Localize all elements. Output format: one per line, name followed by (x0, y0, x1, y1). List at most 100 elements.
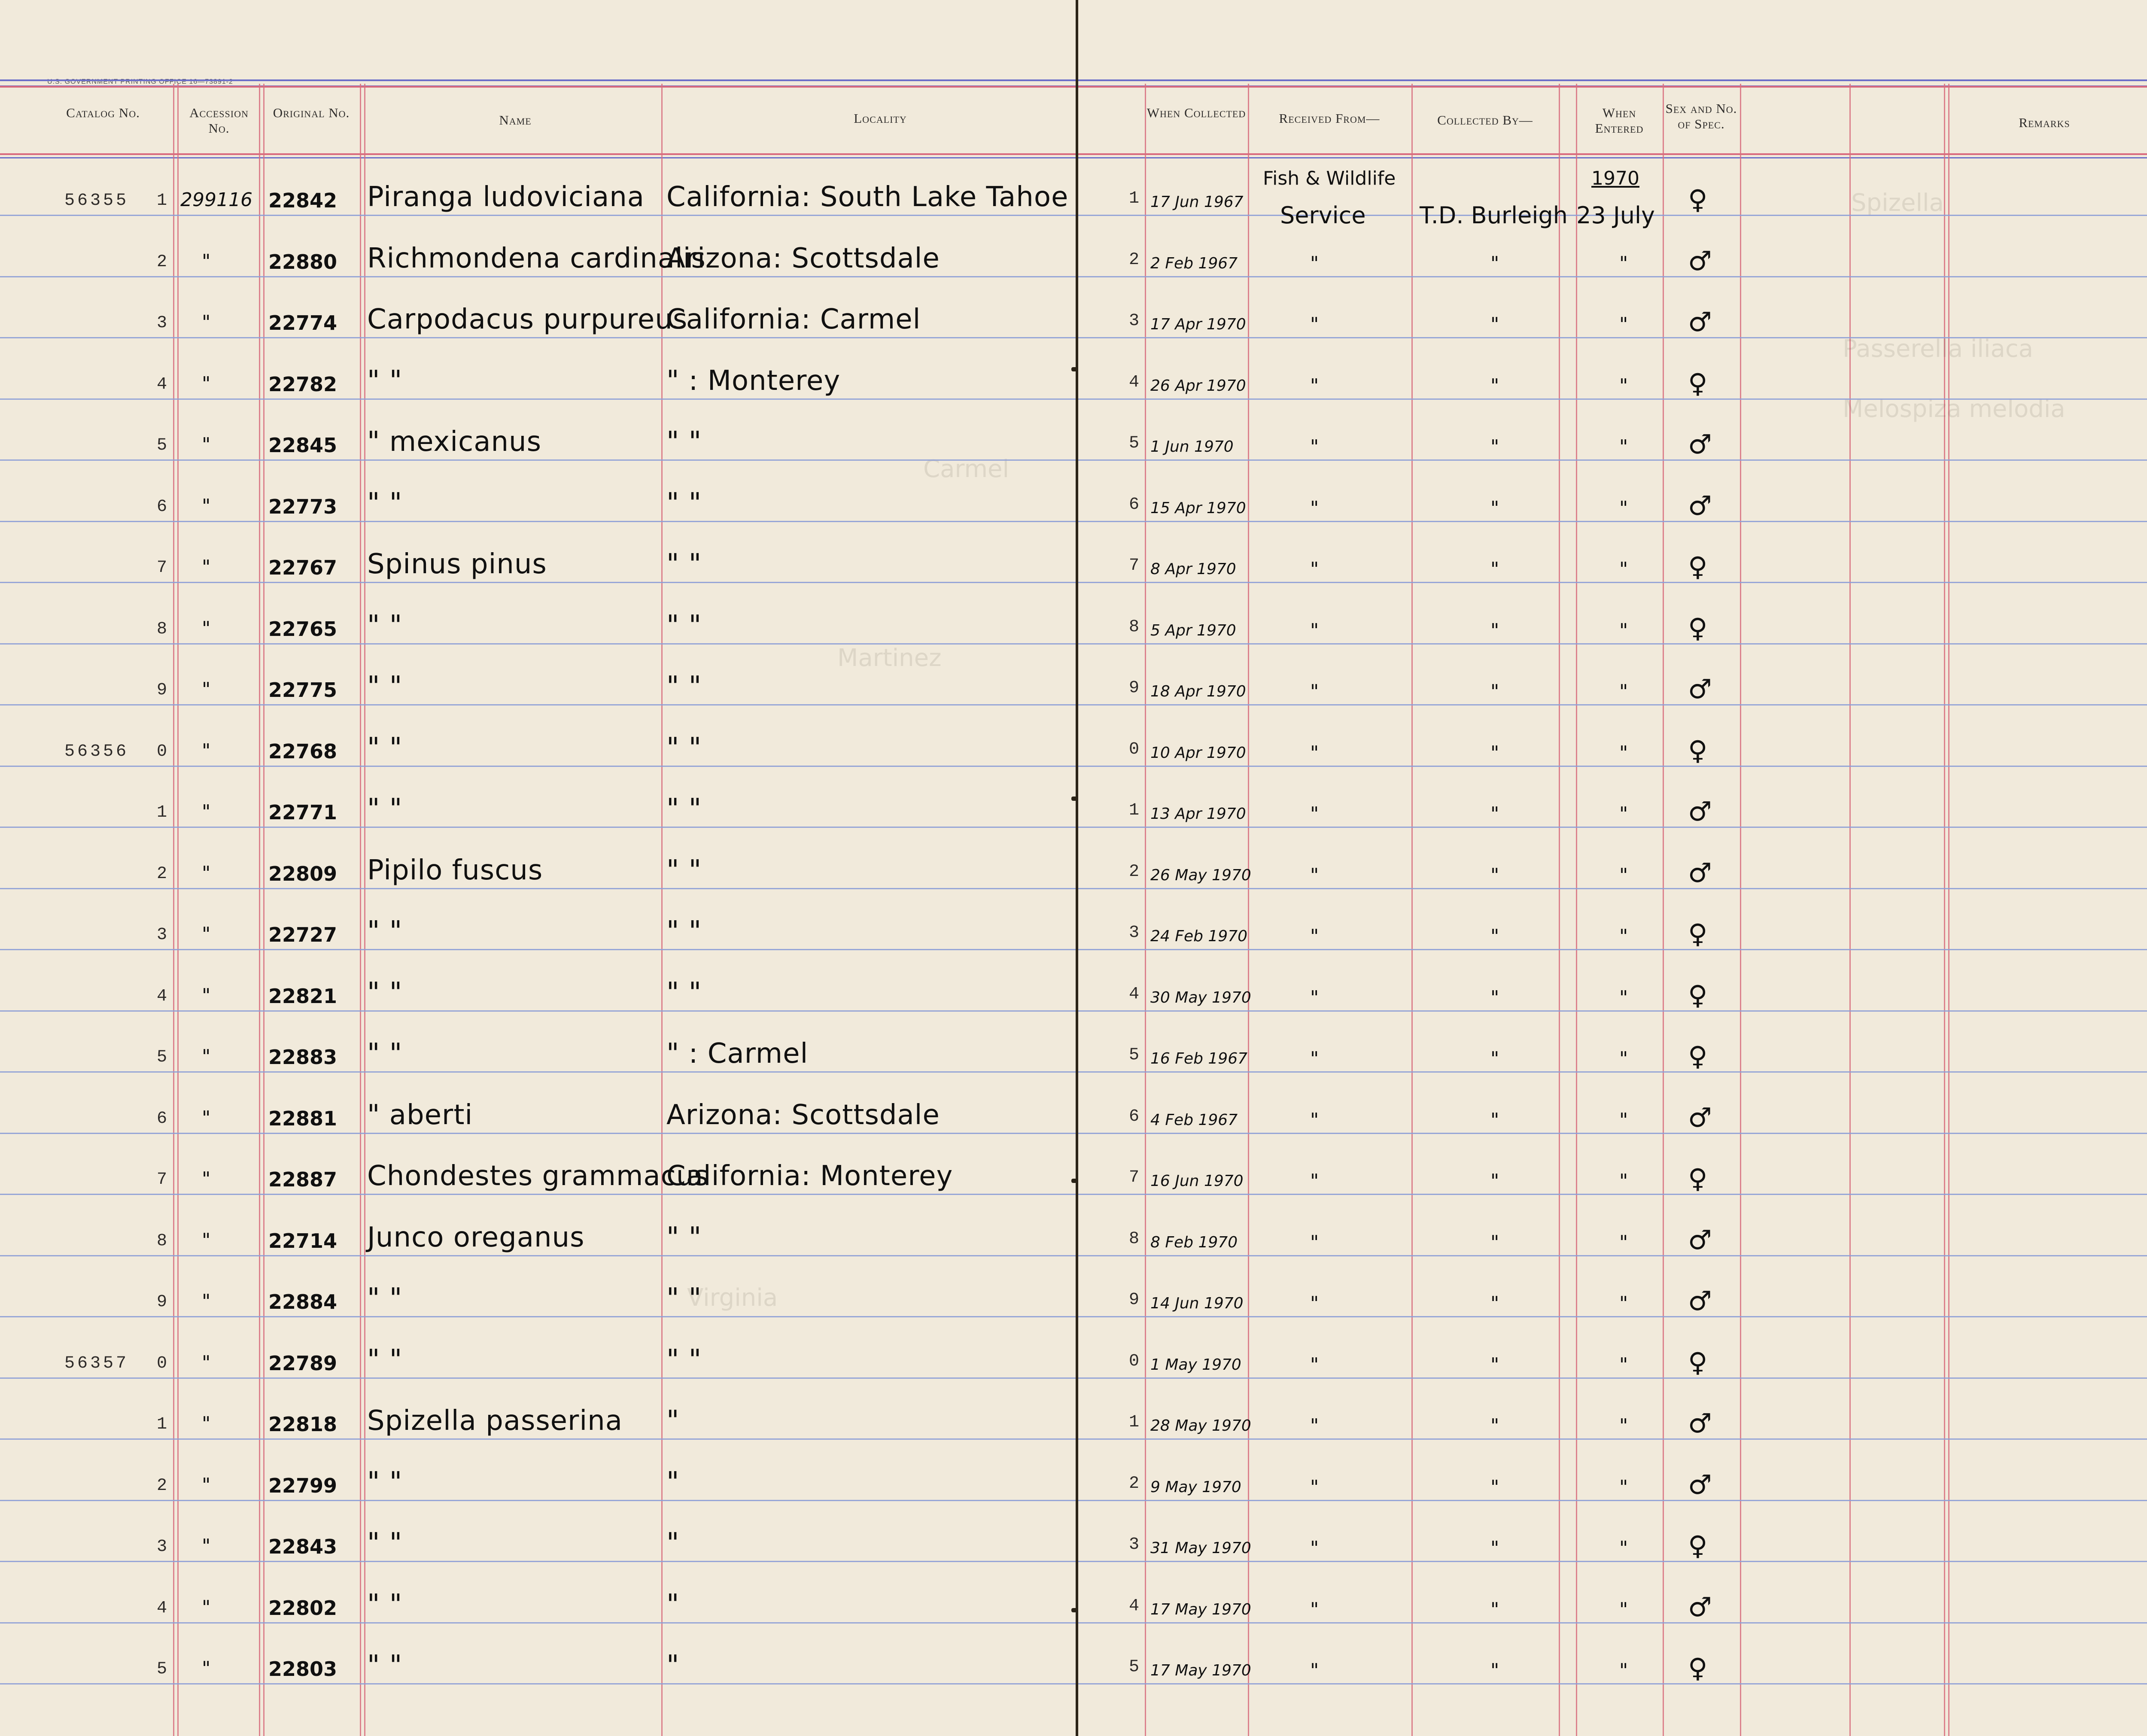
received-from-first: Fish & Wildlife (1263, 167, 1396, 189)
female-symbol: ♀ (1688, 1530, 1708, 1561)
received-from: " (1310, 925, 1319, 947)
accession-number: " (202, 434, 211, 456)
ruled-line (1078, 1683, 2147, 1684)
original-number: 22883 (268, 1046, 338, 1069)
ruled-line (0, 1132, 1076, 1134)
received-from: " (1310, 1598, 1319, 1620)
when-entered: " (1619, 1353, 1628, 1376)
column-divider (1576, 84, 1577, 1736)
locality: " " (666, 1344, 702, 1376)
received-from: " (1310, 864, 1319, 886)
column-divider (177, 84, 179, 1736)
received-from-header: Received From— (1279, 111, 1380, 126)
female-symbol: ♀ (1688, 918, 1708, 949)
date-row-digit: 1 (1129, 801, 1140, 820)
accession-number: " (202, 495, 211, 517)
locality: " " (666, 671, 702, 702)
catalog-digit: 3 (157, 313, 167, 333)
date-row-digit: 7 (1129, 1168, 1140, 1187)
date-collected: 17 Apr 1970 (1150, 316, 1246, 333)
ruled-line (0, 827, 1076, 828)
date-collected: 30 May 1970 (1150, 988, 1251, 1006)
original-number: 22881 (268, 1107, 338, 1130)
female-symbol: ♀ (1688, 1652, 1708, 1684)
accession-number: " (202, 617, 211, 639)
date-collected: 26 May 1970 (1150, 866, 1251, 884)
received-from: " (1310, 1292, 1319, 1314)
ruled-line (0, 459, 1076, 461)
male-symbol: ♂ (1688, 1408, 1712, 1439)
collected-by: " (1490, 619, 1499, 641)
species-name: " " (367, 915, 403, 947)
when-entered: " (1619, 1598, 1628, 1620)
date-collected: 15 Apr 1970 (1150, 499, 1246, 517)
catalog-digit: 2 (157, 252, 167, 272)
original-number: 22809 (268, 862, 338, 885)
locality: " " (666, 487, 702, 519)
when-entered: " (1619, 619, 1628, 641)
collected-by: " (1490, 1598, 1499, 1620)
column-divider (1145, 84, 1146, 1736)
locality: California: Monterey (666, 1160, 953, 1192)
locality: " (666, 1588, 680, 1620)
accession-number: " (202, 1413, 211, 1435)
ruled-line (1078, 337, 2147, 338)
accession-number: " (202, 1596, 211, 1618)
male-symbol: ♂ (1688, 1101, 1712, 1133)
date-collected: 4 Feb 1967 (1150, 1111, 1238, 1129)
species-name: Spinus pinus (367, 548, 547, 580)
received-from: " (1310, 1415, 1319, 1437)
date-row-digit: 5 (1129, 1046, 1140, 1065)
ruled-line (0, 1561, 1076, 1562)
ruled-line (1078, 398, 2147, 400)
ruled-line (1078, 1622, 2147, 1624)
original-number: 22842 (268, 189, 338, 212)
ruled-line (1078, 1499, 2147, 1501)
male-symbol: ♂ (1688, 673, 1712, 705)
date-collected: 16 Jun 1970 (1150, 1172, 1244, 1190)
collected-by: " (1490, 864, 1499, 886)
received-from: " (1310, 803, 1319, 825)
original-number: 22714 (268, 1229, 338, 1253)
locality: " (666, 1650, 680, 1681)
collected-by: " (1490, 558, 1499, 580)
received-from: " (1310, 619, 1319, 641)
bleed-through-text: Passerella iliaca (1843, 335, 2033, 363)
received-from: " (1310, 558, 1319, 580)
received-from: " (1310, 1537, 1319, 1559)
female-symbol: ♀ (1688, 1346, 1708, 1378)
catalog-digit: 8 (157, 619, 167, 639)
date-row-digit: 3 (1129, 311, 1140, 331)
species-name: Junco oreganus (367, 1221, 585, 1253)
female-symbol: ♀ (1688, 551, 1708, 582)
species-name: " " (367, 1038, 403, 1070)
when-entered-header: When Entered (1595, 105, 1644, 136)
locality: " " (666, 793, 702, 825)
date-row-digit: 4 (1129, 1596, 1140, 1616)
catalog-digit: 9 (157, 1292, 167, 1312)
catalog-digit: 4 (157, 986, 167, 1006)
received-from: " (1310, 1109, 1319, 1131)
collected-by: " (1490, 1415, 1499, 1437)
date-row-digit: 5 (1129, 1657, 1140, 1677)
collected-by: " (1490, 1660, 1499, 1681)
date-collected: 1 Jun 1970 (1150, 438, 1234, 456)
ruled-line (1078, 1561, 2147, 1562)
ruled-line (1078, 1255, 2147, 1256)
accession-header: Accession No. (189, 105, 249, 136)
locality: " " (666, 609, 702, 641)
catalog-digit: 2 (157, 1476, 167, 1496)
column-divider (360, 84, 361, 1736)
header-bottom-rule (1078, 153, 2147, 155)
when-entered: " (1619, 864, 1628, 886)
column-divider (1740, 84, 1741, 1736)
when-entered: " (1619, 558, 1628, 580)
collected-by: " (1490, 986, 1499, 1009)
locality: " " (666, 1221, 702, 1253)
ruled-line (0, 765, 1076, 767)
received-from: " (1310, 252, 1319, 274)
original-number: 22771 (268, 801, 338, 824)
ruled-line (1078, 1194, 2147, 1195)
collected-by: " (1490, 1231, 1499, 1253)
ruled-line (0, 1255, 1076, 1256)
